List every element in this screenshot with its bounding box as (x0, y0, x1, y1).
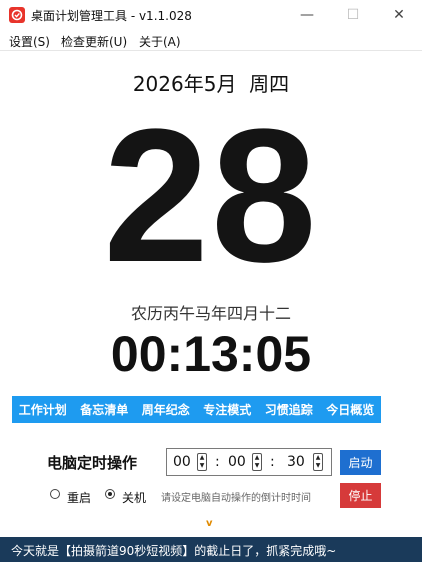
menu-bar: 设置(S) 检查更新(U) 关于(A) (0, 30, 422, 50)
menu-about[interactable]: 关于(A) (139, 33, 181, 50)
restart-radio[interactable] (50, 489, 60, 499)
title-bar: 桌面计划管理工具 - v1.1.028 — ☐ ✕ (0, 0, 422, 30)
close-icon: ✕ (393, 7, 405, 23)
seconds-spinner[interactable]: ▲ ▼ (313, 453, 323, 471)
menu-divider (0, 50, 422, 51)
shutdown-label[interactable]: 关机 (122, 489, 146, 506)
tab-habit-tracking[interactable]: 习惯追踪 (265, 401, 313, 418)
tab-today-overview[interactable]: 今日概览 (326, 401, 374, 418)
maximize-icon: ☐ (346, 7, 360, 23)
feature-tab-bar: 工作计划 备忘清单 周年纪念 专注模式 习惯追踪 今日概览 (12, 396, 381, 423)
menu-check-update[interactable]: 检查更新(U) (61, 33, 127, 50)
status-message: 今天就是【拍摄箭道90秒短视频】的截止日了，抓紧完成哦~ (11, 544, 337, 558)
restart-label[interactable]: 重启 (67, 489, 91, 506)
lunar-date: 农历丙午马年四月十二 (130, 304, 291, 323)
shutdown-radio[interactable] (105, 489, 115, 499)
start-button[interactable]: 启动 (340, 450, 381, 475)
window-title: 桌面计划管理工具 - v1.1.028 (31, 9, 192, 23)
app-logo-icon (9, 7, 25, 23)
current-time: 00:13:05 (110, 326, 312, 382)
minutes-spinner[interactable]: ▲ ▼ (252, 453, 262, 471)
minutes-field[interactable]: 00 (228, 454, 246, 470)
day-number: 28 (103, 90, 319, 302)
tab-focus-mode[interactable]: 专注模式 (203, 401, 251, 418)
maximize-button[interactable]: ☐ (330, 0, 376, 30)
hour-minute-separator: : (215, 454, 220, 470)
minimize-icon: — (300, 7, 314, 23)
close-button[interactable]: ✕ (376, 0, 422, 30)
minimize-button[interactable]: — (284, 0, 330, 30)
expand-chevron-icon[interactable]: v (206, 518, 213, 529)
minute-second-separator: : (270, 454, 275, 470)
stop-button[interactable]: 停止 (340, 483, 381, 508)
hours-spinner[interactable]: ▲ ▼ (197, 453, 207, 471)
tab-anniversary[interactable]: 周年纪念 (142, 401, 190, 418)
countdown-time-input[interactable]: 00 ▲ ▼ : 00 ▲ ▼ : 30 ▲ ▼ (166, 448, 332, 476)
timer-hint: 请设定电脑自动操作的倒计时时间 (161, 493, 311, 504)
timer-label: 电脑定时操作 (47, 454, 138, 472)
hours-field[interactable]: 00 (173, 454, 191, 470)
tab-memo-list[interactable]: 备忘清单 (80, 401, 128, 418)
status-bar: 今天就是【拍摄箭道90秒短视频】的截止日了，抓紧完成哦~ (0, 537, 422, 562)
seconds-field[interactable]: 30 (287, 454, 305, 470)
menu-settings[interactable]: 设置(S) (9, 33, 50, 50)
tab-work-plan[interactable]: 工作计划 (19, 401, 67, 418)
